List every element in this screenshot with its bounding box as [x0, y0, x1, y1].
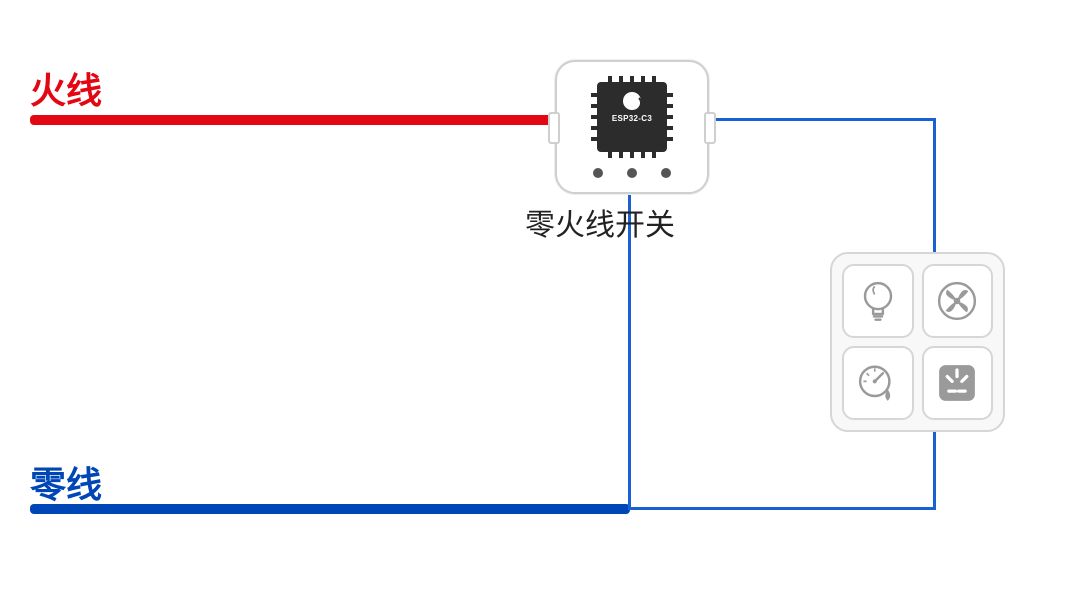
neutral-wire	[30, 504, 630, 514]
label-live-wire: 火线	[30, 62, 102, 114]
chip-model-label: ESP32-C3	[597, 114, 667, 123]
smart-switch-module: ESP32-C3	[555, 60, 709, 194]
power-socket-icon	[931, 357, 983, 409]
load-gauge-humidity	[842, 346, 914, 420]
espressif-logo-icon	[623, 92, 641, 110]
wire-right-to-neutral	[933, 430, 936, 510]
wire-switch-to-load-h	[700, 118, 936, 121]
wire-neutral-return-h	[628, 507, 936, 510]
load-devices-panel	[830, 252, 1005, 432]
load-light-bulb	[842, 264, 914, 338]
gauge-icon	[852, 357, 904, 409]
terminal-dot	[661, 168, 671, 178]
terminal-dot	[627, 168, 637, 178]
live-wire	[30, 115, 570, 125]
wire-right-to-load-top	[933, 118, 936, 256]
label-switch: 零火线开关	[525, 200, 675, 244]
esp32-chip-icon: ESP32-C3	[597, 82, 667, 152]
fan-icon	[931, 275, 983, 327]
light-bulb-icon	[852, 275, 904, 327]
switch-mount-tab-left	[548, 112, 560, 144]
switch-mount-tab-right	[704, 112, 716, 144]
load-fan	[922, 264, 994, 338]
terminal-dot	[593, 168, 603, 178]
load-power-socket	[922, 346, 994, 420]
label-neutral-wire: 零线	[30, 456, 102, 508]
wiring-diagram: 火线 零线 ESP32-C3 零火线开关	[0, 0, 1080, 591]
switch-terminals	[557, 168, 707, 178]
